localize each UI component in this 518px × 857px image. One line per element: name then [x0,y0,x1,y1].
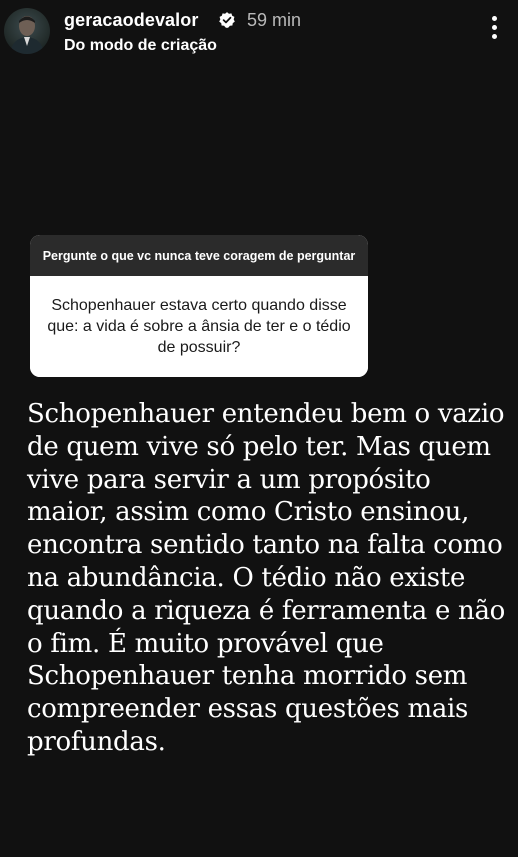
story-subtitle[interactable]: Do modo de criação [64,37,217,55]
question-text: Schopenhauer estava certo quando disse q… [30,276,368,377]
answer-text: Schopenhauer entendeu bem o vazio de que… [27,399,506,757]
question-sticker: Pergunte o que vc nunca teve coragem de … [30,235,368,377]
verified-badge-icon [219,12,235,28]
post-time: 59 min [247,10,302,30]
avatar-image [10,16,44,54]
story-header: geracaodevalor 59 min Do modo de criação [0,0,518,64]
story-screen: geracaodevalor 59 min Do modo de criação… [0,0,518,857]
profile-avatar[interactable] [4,8,50,54]
question-prompt: Pergunte o que vc nunca teve coragem de … [30,235,368,276]
username[interactable]: geracaodevalor [64,10,198,31]
more-options-icon[interactable] [484,16,504,46]
